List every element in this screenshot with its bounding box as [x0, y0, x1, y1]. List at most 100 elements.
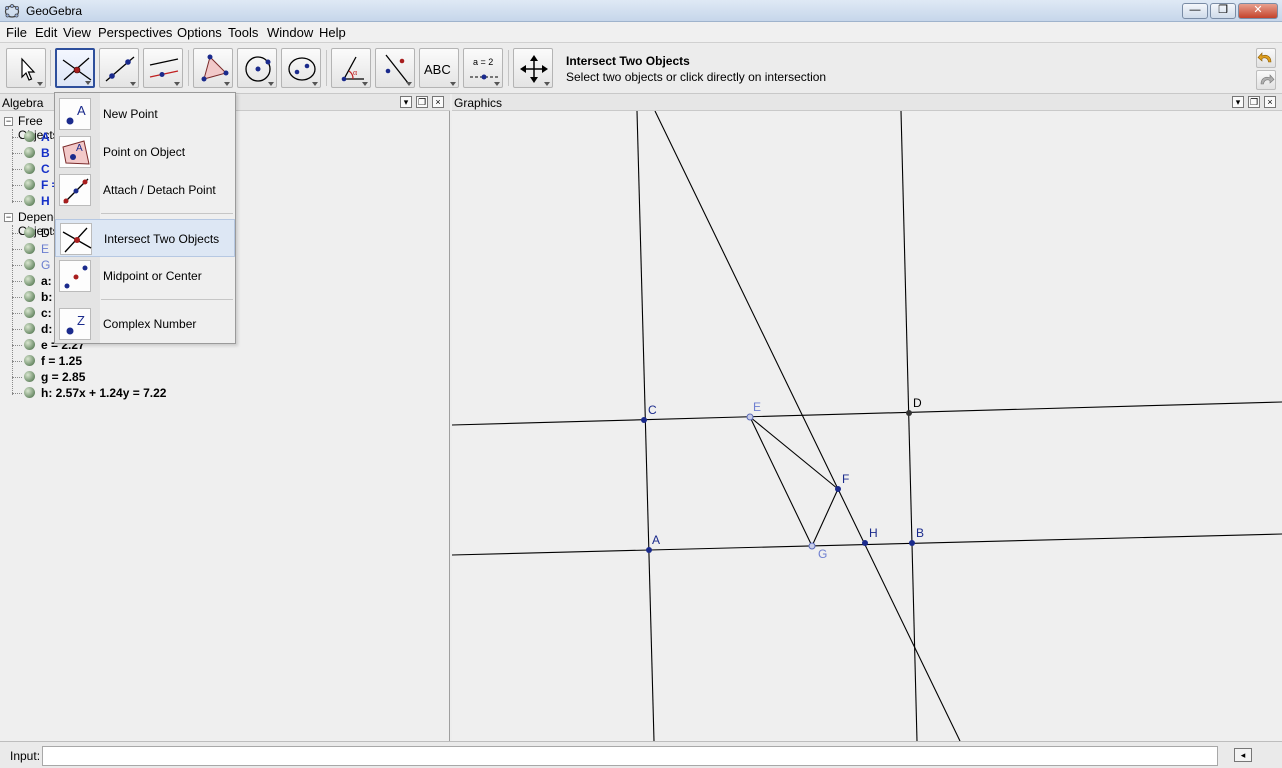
menu-item-label: New Point [103, 107, 158, 121]
menu-perspectives[interactable]: Perspectives [98, 25, 172, 40]
undo-icon [1257, 52, 1272, 63]
point-h[interactable] [862, 540, 868, 546]
point-a[interactable] [646, 547, 652, 553]
polygon-icon [201, 54, 229, 82]
point-c[interactable] [641, 417, 647, 423]
menu-item-new-point[interactable]: A New Point [55, 95, 235, 133]
menu-view[interactable]: View [63, 25, 91, 40]
visibility-toggle-icon[interactable] [24, 259, 35, 270]
menu-item-point-on-object[interactable]: A Point on Object [55, 133, 235, 171]
menu-item-label: Complex Number [103, 317, 197, 331]
graphics-undock-icon[interactable]: ❐ [1248, 96, 1260, 108]
algebra-undock-icon[interactable]: ❐ [416, 96, 428, 108]
move-tool-button[interactable] [6, 48, 46, 88]
object-label: a: [41, 274, 52, 288]
line-tool-button[interactable] [99, 48, 139, 88]
point-g-label: G [818, 547, 827, 561]
visibility-toggle-icon[interactable] [24, 291, 35, 302]
geogebra-logo-icon [4, 4, 20, 18]
move-graphics-tool-button[interactable] [513, 48, 553, 88]
object-label: d: [41, 322, 53, 336]
graphics-panel-title: Graphics [454, 96, 503, 110]
visibility-toggle-icon[interactable] [24, 371, 35, 382]
perpendicular-tool-button[interactable] [143, 48, 183, 88]
segment-e[interactable] [749, 416, 839, 490]
intersect-tool-button[interactable] [55, 48, 95, 88]
visibility-toggle-icon[interactable] [24, 147, 35, 158]
point-d[interactable] [906, 410, 912, 416]
algebra-menu-icon[interactable]: ▾ [400, 96, 412, 108]
move-graphics-view-icon [520, 55, 548, 83]
graphics-canvas[interactable]: C E D F A G H B [452, 111, 1282, 741]
graphics-close-icon[interactable]: × [1264, 96, 1276, 108]
circle-tool-button[interactable] [237, 48, 277, 88]
point-b[interactable] [909, 540, 915, 546]
object-label: h: 2.57x + 1.24y = 7.22 [41, 386, 167, 400]
close-button[interactable]: ✕ [1238, 3, 1278, 19]
minimize-button[interactable]: — [1182, 3, 1208, 19]
visibility-toggle-icon[interactable] [24, 307, 35, 318]
line-a[interactable] [636, 111, 655, 741]
menu-item-complex-number[interactable]: Z Complex Number [55, 305, 235, 343]
ellipse-tool-button[interactable] [281, 48, 321, 88]
collapse-icon[interactable]: − [4, 117, 13, 126]
graphics-view[interactable]: C E D F A G H B [452, 111, 1282, 741]
object-label: H [41, 194, 50, 208]
visibility-toggle-icon[interactable] [24, 387, 35, 398]
visibility-toggle-icon[interactable] [24, 131, 35, 142]
angle-tool-button[interactable]: α [331, 48, 371, 88]
menu-bar: File Edit View Perspectives Options Tool… [0, 22, 1282, 43]
point-e-label: E [753, 400, 761, 414]
line-c[interactable] [452, 401, 1282, 426]
svg-text:α: α [353, 68, 358, 77]
reflect-line-icon [385, 54, 409, 84]
visibility-toggle-icon[interactable] [24, 163, 35, 174]
line-h[interactable] [654, 111, 961, 741]
point-a-label: A [652, 533, 660, 547]
polygon-tool-button[interactable] [193, 48, 233, 88]
visibility-toggle-icon[interactable] [24, 275, 35, 286]
visibility-toggle-icon[interactable] [24, 323, 35, 334]
reflect-tool-button[interactable] [375, 48, 415, 88]
visibility-toggle-icon[interactable] [24, 339, 35, 350]
segment-g[interactable] [749, 416, 813, 547]
active-tool-name: Intersect Two Objects [566, 54, 690, 68]
undo-button[interactable] [1256, 48, 1276, 68]
input-help-icon[interactable]: ◂ [1234, 748, 1252, 762]
midpoint-icon [64, 265, 88, 289]
visibility-toggle-icon[interactable] [24, 243, 35, 254]
visibility-toggle-icon[interactable] [24, 179, 35, 190]
point-b-label: B [916, 526, 924, 540]
slider-tool-button[interactable]: a = 2 [463, 48, 503, 88]
point-f[interactable] [835, 486, 841, 492]
redo-button[interactable] [1256, 70, 1276, 90]
menu-item-intersect-two-objects[interactable]: Intersect Two Objects [55, 219, 235, 257]
object-label: A [41, 130, 50, 144]
graphics-menu-icon[interactable]: ▾ [1232, 96, 1244, 108]
menu-window[interactable]: Window [267, 25, 313, 40]
line-through-points-icon [105, 56, 135, 82]
visibility-toggle-icon[interactable] [24, 227, 35, 238]
menu-options[interactable]: Options [177, 25, 222, 40]
complex-number-icon: Z [66, 313, 85, 335]
restore-button[interactable]: ❐ [1210, 3, 1236, 19]
point-g[interactable] [808, 542, 816, 550]
algebra-close-icon[interactable]: × [432, 96, 444, 108]
visibility-toggle-icon[interactable] [24, 355, 35, 366]
visibility-toggle-icon[interactable] [24, 195, 35, 206]
text-tool-button[interactable]: ABC [419, 48, 459, 88]
collapse-icon[interactable]: − [4, 213, 13, 222]
point-e[interactable] [746, 413, 754, 421]
input-field[interactable] [42, 746, 1218, 766]
circle-center-point-icon [245, 56, 271, 82]
menu-file[interactable]: File [6, 25, 27, 40]
menu-item-attach-detach-point[interactable]: Attach / Detach Point [55, 171, 235, 209]
segment-f[interactable] [811, 488, 839, 547]
menu-item-label: Intersect Two Objects [104, 232, 220, 246]
menu-tools[interactable]: Tools [228, 25, 258, 40]
menu-edit[interactable]: Edit [35, 25, 57, 40]
menu-item-midpoint-or-center[interactable]: Midpoint or Center [55, 257, 235, 295]
algebra-panel-title: Algebra [2, 96, 44, 110]
menu-help[interactable]: Help [319, 25, 346, 40]
input-bar: Input: ◂ [0, 741, 1282, 768]
